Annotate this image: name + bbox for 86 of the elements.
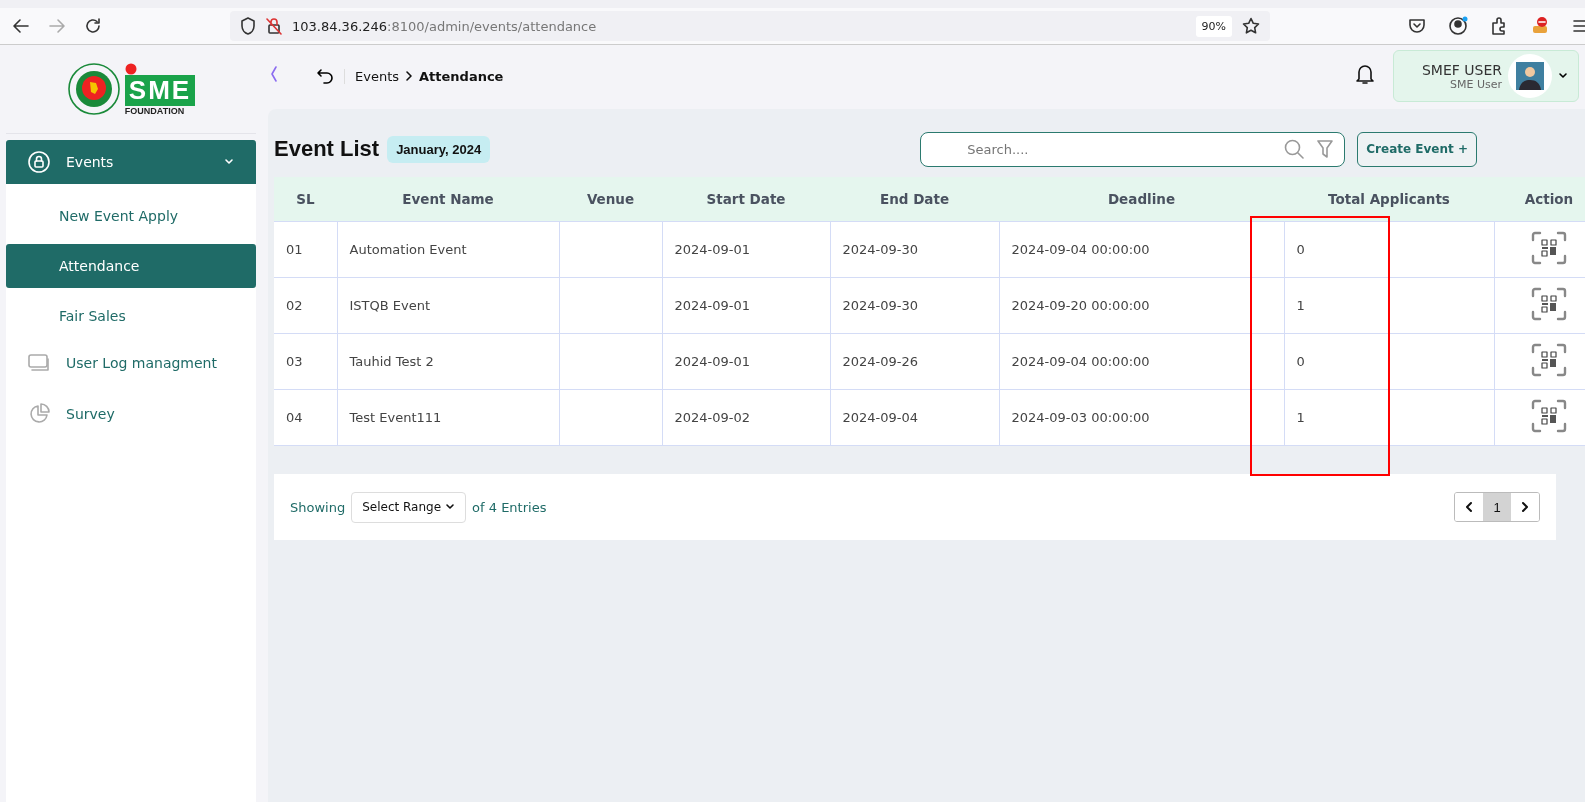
sidebar-subitem[interactable]: Attendance (6, 244, 256, 288)
table-cell: 02 (274, 277, 337, 334)
account-icon[interactable] (1448, 16, 1468, 36)
showing-label: Showing (290, 499, 346, 515)
extension-icon[interactable] (1530, 16, 1550, 36)
zoom-level[interactable]: 90% (1195, 15, 1232, 37)
sidebar-item[interactable]: Survey (6, 392, 256, 436)
chevron-icon (224, 158, 234, 166)
range-select[interactable]: Select Range (351, 491, 467, 523)
log-icon (28, 354, 50, 372)
table-cell: ISTQB Event (337, 277, 559, 334)
table-cell: 2024-09-04 00:00:00 (999, 221, 1284, 278)
table-cell: 2024-09-04 (830, 389, 999, 446)
table-cell: 2024-09-26 (830, 333, 999, 390)
month-badge: January, 2024 (387, 135, 491, 163)
chevron-down-icon (445, 503, 456, 511)
table-cell: Test Event111 (337, 389, 559, 446)
notification-bell-icon[interactable] (1355, 63, 1375, 85)
table-cell: Automation Event (337, 221, 559, 278)
table-cell: 2024-09-30 (830, 221, 999, 278)
sidebar-item[interactable]: User Log managment (6, 341, 256, 385)
qr-code-icon[interactable] (1531, 287, 1567, 321)
table-cell: Tauhid Test 2 (337, 333, 559, 390)
table-cell: 2024-09-04 00:00:00 (999, 333, 1284, 390)
sidebar-item[interactable]: Events (6, 140, 256, 184)
page-button[interactable]: 1 (1483, 493, 1511, 521)
table-cell: 0 (1284, 333, 1494, 390)
search-icon[interactable] (1284, 139, 1305, 159)
column-header: Action (1494, 177, 1585, 222)
table-cell: 01 (274, 221, 337, 278)
search-field[interactable]: Search.... (920, 131, 1346, 167)
logo-subtext: FOUNDATION (124, 105, 185, 116)
sidebar-subitem[interactable]: New Event Apply (6, 194, 256, 238)
table-cell: 2024-09-01 (662, 221, 830, 278)
breadcrumb-link[interactable]: Events (355, 68, 399, 84)
star-icon[interactable] (1242, 17, 1260, 35)
chevron-right-icon (1520, 501, 1530, 513)
pie-chart-icon (28, 403, 50, 425)
sidebar-subitem[interactable]: Fair Sales (6, 294, 256, 338)
table-cell: 04 (274, 389, 337, 446)
back-icon[interactable] (12, 17, 30, 35)
table-cell: 2024-09-30 (830, 277, 999, 334)
table-cell: 03 (274, 333, 337, 390)
table-cell: 0 (1284, 221, 1494, 278)
column-header: Deadline (999, 177, 1284, 222)
avatar-icon (1516, 62, 1544, 90)
logo-text: SME (124, 74, 196, 106)
shield-icon (240, 17, 256, 35)
column-header: SL (274, 177, 337, 222)
table-cell: 2024-09-20 00:00:00 (999, 277, 1284, 334)
reload-icon[interactable] (84, 17, 102, 35)
lock-icon (28, 151, 50, 173)
create-event-button[interactable]: Create Event + (1357, 131, 1477, 167)
user-menu[interactable]: SMEF USER SME User (1393, 50, 1579, 102)
qr-code-icon[interactable] (1531, 231, 1567, 265)
table-cell: 2024-09-01 (662, 277, 830, 334)
search-input[interactable]: Search.... (965, 140, 1273, 158)
table-cell: 2024-09-02 (662, 389, 830, 446)
column-header: End Date (830, 177, 999, 222)
breadcrumb-chevron-icon (405, 70, 413, 82)
emblem-icon (66, 62, 121, 116)
pocket-icon[interactable] (1408, 17, 1426, 35)
insecure-lock-icon (266, 17, 282, 35)
collapse-sidebar-icon[interactable] (270, 65, 278, 83)
qr-code-icon[interactable] (1531, 343, 1567, 377)
table-cell: 1 (1284, 277, 1494, 334)
column-header: Total Applicants (1284, 177, 1494, 222)
column-header: Venue (559, 177, 662, 222)
table-cell: 2024-09-01 (662, 333, 830, 390)
table-cell: 2024-09-03 00:00:00 (999, 389, 1284, 446)
url-text: 103.84.36.246:8100/admin/events/attendance (292, 18, 597, 34)
chevron-left-icon (1464, 501, 1474, 513)
column-header: Start Date (662, 177, 830, 222)
menu-icon[interactable] (1572, 17, 1585, 35)
qr-code-icon[interactable] (1531, 399, 1567, 433)
page-title: Event List (274, 136, 380, 162)
breadcrumb-link[interactable]: Attendance (419, 68, 504, 84)
column-header: Event Name (337, 177, 559, 222)
table-cell: 1 (1284, 389, 1494, 446)
undo-icon[interactable] (316, 68, 334, 84)
extensions-icon[interactable] (1490, 17, 1508, 35)
chevron-down-icon (1558, 72, 1568, 80)
address-bar[interactable]: 103.84.36.246:8100/admin/events/attendance 90% (230, 11, 1270, 41)
logo-dot-icon (124, 62, 137, 75)
entries-count: of 4 Entries (472, 499, 547, 515)
filter-icon[interactable] (1316, 139, 1335, 159)
